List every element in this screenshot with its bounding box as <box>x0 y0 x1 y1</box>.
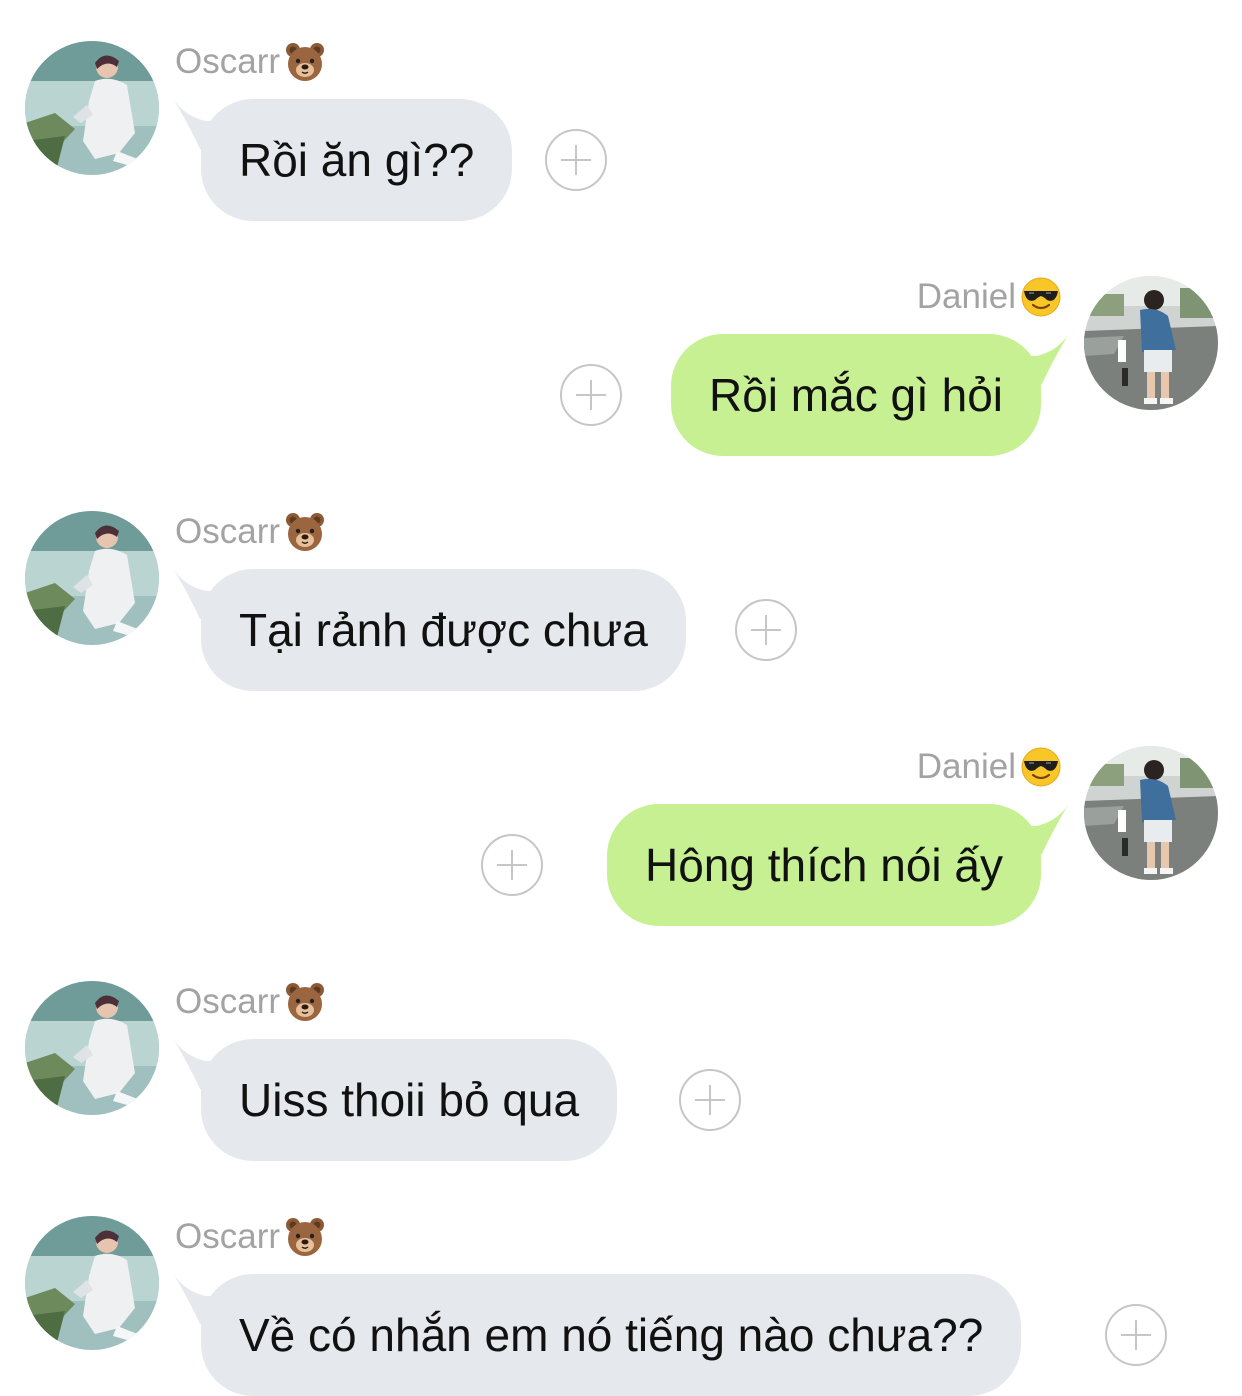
sender-label: Daniel <box>917 277 1062 317</box>
avatar-photo <box>1084 746 1218 880</box>
sender-label: Oscarr <box>175 512 326 552</box>
bear-face-icon <box>284 981 326 1023</box>
message-bubble[interactable]: Tại rảnh được chưa <box>201 569 686 691</box>
bear-face-icon <box>284 41 326 83</box>
add-reaction-icon[interactable] <box>481 834 543 896</box>
avatar-photo <box>25 511 159 645</box>
message-bubble[interactable]: Uiss thoii bỏ qua <box>201 1039 618 1161</box>
sender-name: Daniel <box>916 747 1016 786</box>
add-reaction-icon[interactable] <box>560 364 622 426</box>
add-reaction-icon[interactable] <box>1105 1304 1167 1366</box>
sender-label: Daniel <box>917 747 1062 787</box>
avatar[interactable] <box>1084 276 1218 410</box>
sunglasses-face-icon <box>1020 746 1062 788</box>
message-text: Tại rảnh được chưa <box>239 604 648 656</box>
message-bubble[interactable]: Về có nhắn em nó tiếng nào chưa?? <box>201 1274 1022 1396</box>
sender-name: Oscarr <box>175 42 280 81</box>
avatar[interactable] <box>25 41 159 175</box>
add-reaction-icon[interactable] <box>735 599 797 661</box>
avatar[interactable] <box>1084 746 1218 880</box>
message-bubble[interactable]: Rồi ăn gì?? <box>201 99 513 221</box>
bear-face-icon <box>284 1216 326 1258</box>
message-bubble[interactable]: Rồi mắc gì hỏi <box>670 334 1041 456</box>
message-text: Rồi mắc gì hỏi <box>708 369 1003 421</box>
sunglasses-face-icon <box>1020 276 1062 318</box>
add-reaction-icon[interactable] <box>545 129 607 191</box>
add-reaction-icon[interactable] <box>679 1069 741 1131</box>
message-bubble[interactable]: Hông thích nói ấy <box>606 804 1041 926</box>
sender-name: Oscarr <box>175 982 280 1021</box>
avatar[interactable] <box>25 981 159 1115</box>
sender-name: Daniel <box>916 277 1016 316</box>
avatar-photo <box>25 41 159 175</box>
message-text: Hông thích nói ấy <box>644 839 1003 891</box>
bear-face-icon <box>284 511 326 553</box>
avatar[interactable] <box>25 511 159 645</box>
avatar-photo <box>25 1216 159 1350</box>
sender-label: Oscarr <box>175 1217 326 1257</box>
avatar-photo <box>1084 276 1218 410</box>
message-text: Rồi ăn gì?? <box>239 134 475 186</box>
avatar-photo <box>25 981 159 1115</box>
sender-label: Oscarr <box>175 982 326 1022</box>
sender-name: Oscarr <box>175 1217 280 1256</box>
message-text: Uiss thoii bỏ qua <box>239 1074 580 1126</box>
sender-label: Oscarr <box>175 42 326 82</box>
sender-name: Oscarr <box>175 512 280 551</box>
avatar[interactable] <box>25 1216 159 1350</box>
message-text: Về có nhắn em nó tiếng nào chưa?? <box>239 1309 984 1361</box>
